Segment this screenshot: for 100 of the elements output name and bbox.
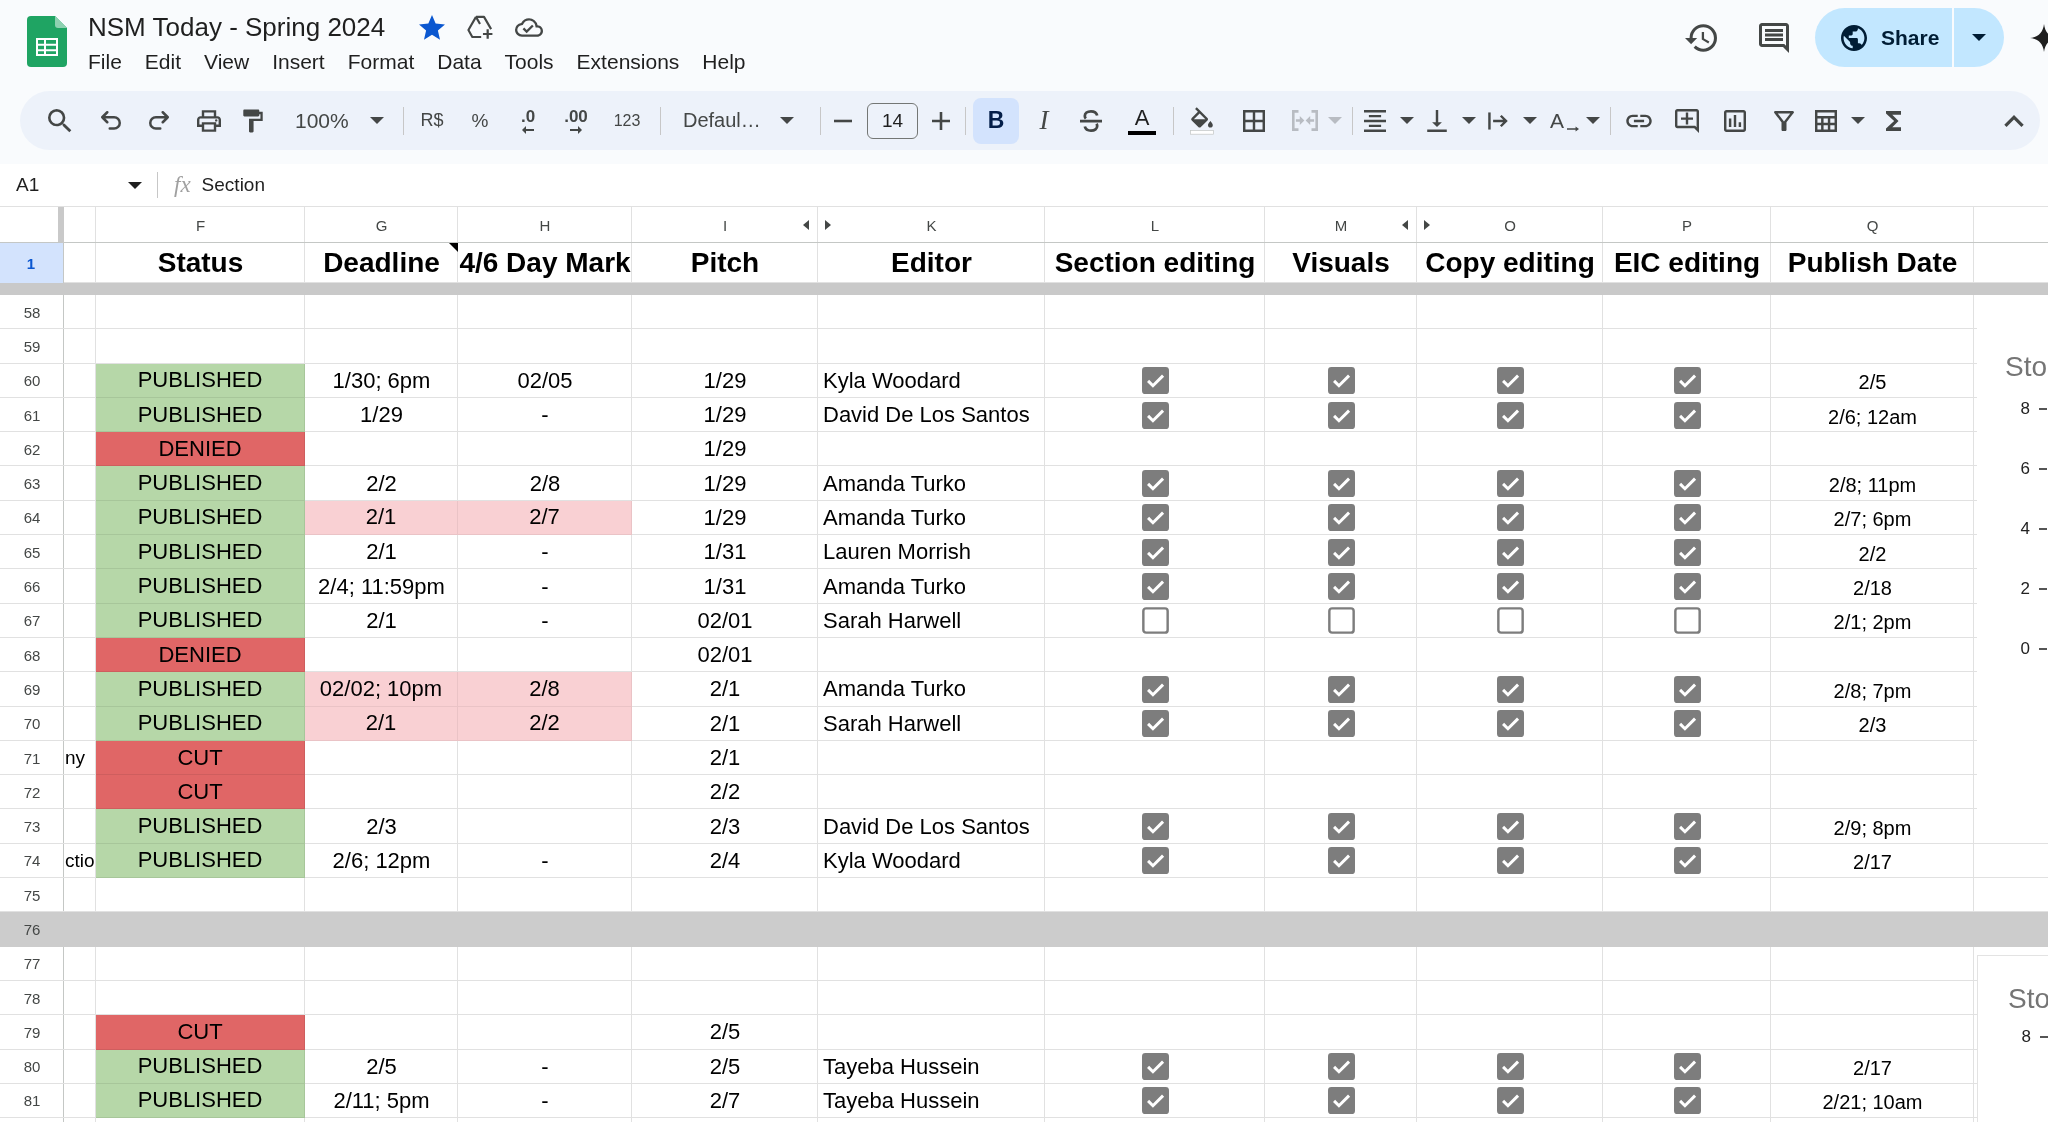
row-header[interactable]: 72	[0, 775, 64, 810]
star-icon[interactable]	[419, 14, 446, 40]
formula-field[interactable]: Section	[201, 168, 2048, 202]
checkbox[interactable]	[1496, 1053, 1524, 1081]
checkbox[interactable]	[1673, 847, 1701, 875]
column-header[interactable]: Q	[1771, 207, 1974, 243]
increase-decimal-button[interactable]: .00	[558, 100, 594, 141]
document-title[interactable]: NSM Today - Spring 2024	[88, 10, 386, 44]
checkbox[interactable]	[1496, 1087, 1524, 1115]
checkbox[interactable]	[1327, 1053, 1355, 1081]
checkbox[interactable]	[1673, 470, 1701, 498]
checkbox[interactable]	[1496, 710, 1524, 738]
menu-item[interactable]: Insert	[272, 48, 325, 76]
checkbox[interactable]	[1141, 710, 1169, 738]
checkbox[interactable]	[1673, 573, 1701, 600]
text-color-button[interactable]: A	[1124, 100, 1160, 141]
row-header[interactable]: 58	[0, 295, 64, 330]
checkbox[interactable]	[1141, 1053, 1169, 1081]
checkbox[interactable]	[1141, 504, 1169, 532]
row-header[interactable]: 66	[0, 569, 64, 604]
history-icon[interactable]	[1685, 21, 1717, 54]
currency-button[interactable]: R$	[414, 100, 450, 141]
cloud-check-icon[interactable]	[515, 16, 544, 38]
checkbox[interactable]	[1496, 401, 1524, 429]
checkbox[interactable]	[1673, 710, 1701, 738]
checkbox[interactable]	[1673, 675, 1701, 703]
column-header[interactable]: H	[458, 207, 632, 243]
row-header[interactable]: 61	[0, 397, 64, 433]
row-header[interactable]: 68	[0, 637, 64, 673]
checkbox[interactable]	[1141, 470, 1169, 498]
column-header[interactable]: L	[1045, 207, 1265, 243]
zoom-select[interactable]: 100%	[290, 100, 390, 141]
italic-button[interactable]: I	[1026, 100, 1062, 141]
decrease-decimal-button[interactable]: .0	[510, 100, 546, 141]
right-triangle-icon[interactable]	[825, 220, 831, 230]
checkbox[interactable]	[1496, 675, 1524, 703]
row-header[interactable]: 1	[0, 243, 64, 283]
row-header[interactable]: 80	[0, 1049, 64, 1084]
checkbox[interactable]	[1141, 401, 1169, 429]
row-header[interactable]: 65	[0, 535, 64, 570]
row-header[interactable]: 64	[0, 500, 64, 536]
menu-item[interactable]: Tools	[504, 48, 554, 76]
number-format-button[interactable]: 123	[607, 100, 647, 141]
column-header[interactable]: G	[305, 207, 458, 243]
checkbox[interactable]	[1327, 675, 1355, 703]
checkbox[interactable]	[1496, 607, 1524, 635]
row-header[interactable]: 67	[0, 603, 64, 638]
checkbox[interactable]	[1496, 470, 1524, 498]
right-triangle-icon[interactable]	[1424, 220, 1430, 230]
name-box-field[interactable]: A1	[8, 168, 148, 202]
share-button[interactable]: Share	[1815, 8, 1952, 67]
checkbox[interactable]	[1141, 675, 1169, 703]
row-header[interactable]: 81	[0, 1083, 64, 1119]
menu-item[interactable]: Help	[702, 48, 746, 76]
left-triangle-icon[interactable]	[803, 220, 809, 230]
bold-button[interactable]: B	[973, 97, 1019, 144]
checkbox[interactable]	[1496, 813, 1524, 841]
row-header[interactable]: 73	[0, 809, 64, 844]
font-size-field[interactable]: 14	[867, 102, 918, 139]
checkbox[interactable]	[1327, 847, 1355, 875]
column-header[interactable]: I	[632, 207, 818, 243]
row-header[interactable]: 76	[0, 912, 64, 947]
row-header[interactable]: 75	[0, 878, 64, 913]
column-header[interactable]: F	[96, 207, 305, 243]
checkbox[interactable]	[1141, 1087, 1169, 1115]
checkbox[interactable]	[1141, 538, 1169, 566]
row-header[interactable]: 78	[0, 980, 64, 1016]
checkbox[interactable]	[1496, 504, 1524, 532]
checkbox[interactable]	[1673, 504, 1701, 532]
checkbox[interactable]	[1496, 847, 1524, 875]
checkbox[interactable]	[1327, 607, 1355, 635]
left-triangle-icon[interactable]	[1402, 220, 1408, 230]
checkbox[interactable]	[1327, 470, 1355, 498]
checkbox[interactable]	[1673, 1087, 1701, 1115]
checkbox[interactable]	[1141, 813, 1169, 841]
checkbox[interactable]	[1496, 367, 1524, 395]
checkbox[interactable]	[1673, 607, 1701, 635]
checkbox[interactable]	[1327, 401, 1355, 429]
checkbox[interactable]	[1141, 847, 1169, 875]
checkbox[interactable]	[1141, 607, 1169, 635]
checkbox[interactable]	[1673, 813, 1701, 841]
row-header[interactable]: 70	[0, 706, 64, 741]
row-header[interactable]: 69	[0, 672, 64, 707]
menu-item[interactable]: File	[88, 48, 122, 76]
checkbox[interactable]	[1673, 367, 1701, 395]
triangle-plus-icon[interactable]	[467, 14, 494, 40]
checkbox[interactable]	[1141, 573, 1169, 600]
checkbox[interactable]	[1496, 538, 1524, 566]
column-header[interactable]: O	[1417, 207, 1603, 243]
row-header[interactable]: 77	[0, 946, 64, 981]
row-header[interactable]: 59	[0, 329, 64, 364]
column-header[interactable]: P	[1603, 207, 1771, 243]
row-header[interactable]: 71	[0, 740, 64, 776]
checkbox[interactable]	[1327, 813, 1355, 841]
menu-item[interactable]: Data	[437, 48, 482, 76]
menu-item[interactable]: Edit	[144, 48, 182, 76]
checkbox[interactable]	[1673, 538, 1701, 566]
checkbox[interactable]	[1327, 710, 1355, 738]
row-header[interactable]: 60	[0, 363, 64, 398]
percent-button[interactable]: %	[462, 100, 498, 141]
